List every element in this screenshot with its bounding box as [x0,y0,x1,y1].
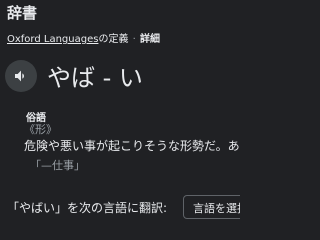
part-of-speech: 《形》 [24,123,57,136]
oxford-languages-link[interactable]: Oxford Languages [7,34,98,45]
definition-text: 危険や悪い事が起こりそうな形勢だ。あ [24,139,240,153]
language-select-text: 言語を選択 [193,202,240,215]
page-title: 辞書 [7,4,38,22]
language-select[interactable]: 言語を選択 [183,195,240,219]
example-text: 「—仕事」 [30,159,85,172]
pronunciation-button[interactable] [5,60,37,92]
source-line: Oxford Languagesの定義 · 詳細 [7,30,160,45]
source-suffix: の定義 [98,34,129,45]
headword: やば - い [47,64,143,92]
translate-label: 「やばい」を次の言語に翻訳: [7,201,168,215]
speaker-icon [15,70,24,82]
dictionary-card: 辞書 Oxford Languagesの定義 · 詳細 やば - い 俗語 《形… [0,0,240,240]
source-separator: · [132,34,136,45]
details-link[interactable]: 詳細 [140,34,160,45]
